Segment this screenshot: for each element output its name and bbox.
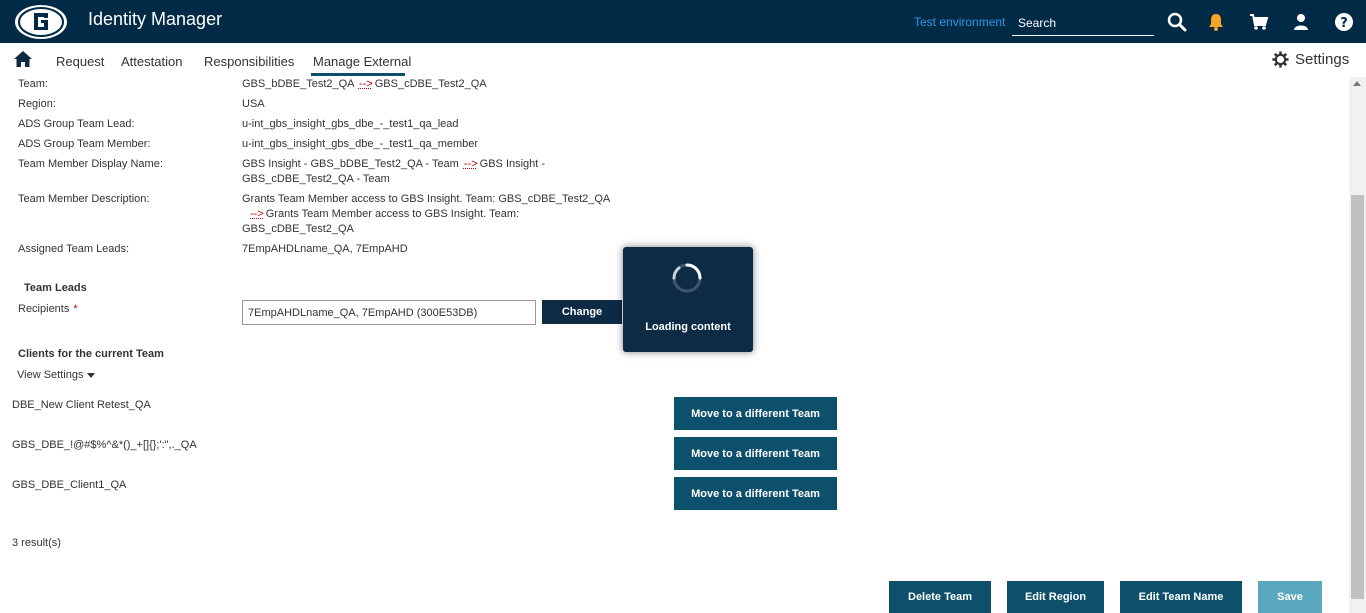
description-label: Team Member Description: (18, 193, 150, 205)
result-count: 3 result(s) (12, 537, 61, 549)
environment-label: Test environment (914, 15, 1006, 29)
display-name-label: Team Member Display Name: (18, 158, 163, 170)
ads-team-lead-label: ADS Group Team Lead: (18, 118, 135, 130)
change-arrow: --> (250, 208, 264, 220)
edit-team-name-button[interactable]: Edit Team Name (1120, 581, 1242, 613)
assigned-leads-label: Assigned Team Leads: (18, 243, 130, 255)
required-marker: * (73, 303, 78, 315)
company-logo[interactable] (14, 4, 68, 40)
app-title: Identity Manager (88, 9, 223, 29)
loading-overlay: Loading content (623, 247, 753, 352)
home-icon[interactable] (13, 50, 33, 68)
search-icon[interactable] (1167, 12, 1187, 32)
description-value: Grants Team Member access to GBS Insight… (242, 192, 612, 237)
move-team-button[interactable]: Move to a different Team (674, 397, 837, 430)
recipients-label-text: Recipients (18, 303, 70, 315)
top-bar: Identity Manager Test environment ? (0, 0, 1366, 43)
client-name: DBE_New Client Retest_QA (12, 399, 151, 411)
scroll-up-arrow-icon[interactable] (1353, 81, 1361, 86)
save-button[interactable]: Save (1258, 581, 1322, 613)
scroll-thumb[interactable] (1351, 195, 1364, 599)
description-new: Grants Team Member access to GBS Insight… (242, 208, 520, 235)
change-arrow: --> (358, 78, 373, 90)
delete-team-button[interactable]: Delete Team (889, 581, 991, 613)
display-name-old: GBS Insight - GBS_bDBE_Test2_QA - Team (242, 158, 459, 170)
description-old: Grants Team Member access to GBS Insight… (242, 193, 610, 205)
edit-region-button[interactable]: Edit Region (1007, 581, 1104, 613)
help-icon[interactable]: ? (1334, 12, 1354, 32)
client-name: GBS_DBE_Client1_QA (12, 479, 127, 491)
caret-down-icon (87, 372, 96, 378)
region-label: Region: (18, 98, 56, 110)
region-value: USA (242, 98, 265, 110)
nav-manage-external[interactable]: Manage External (313, 54, 411, 69)
user-icon[interactable] (1291, 12, 1311, 32)
team-new: GBS_cDBE_Test2_QA (374, 78, 487, 90)
spinner-icon (672, 263, 702, 293)
settings-button[interactable]: Settings (1272, 51, 1349, 68)
team-leads-heading: Team Leads (24, 282, 87, 294)
scrollbar[interactable] (1349, 77, 1366, 613)
recipients-field[interactable] (242, 300, 536, 325)
nav-responsibilities[interactable]: Responsibilities (204, 54, 294, 69)
assigned-leads-value: 7EmpAHDLname_QA, 7EmpAHD (242, 243, 408, 255)
nav-bar: Request Attestation Responsibilities Man… (0, 43, 1366, 77)
search-input[interactable] (1012, 10, 1154, 36)
recipients-label: Recipients * (18, 303, 78, 315)
view-settings-dropdown[interactable]: View Settings (17, 369, 96, 381)
team-old: GBS_bDBE_Test2_QA (242, 78, 354, 90)
active-tab-indicator (311, 73, 405, 76)
loading-text: Loading content (645, 321, 731, 333)
change-button[interactable]: Change (542, 300, 622, 324)
clients-heading: Clients for the current Team (18, 348, 164, 360)
svg-text:?: ? (1340, 16, 1348, 31)
ads-team-member-label: ADS Group Team Member: (18, 138, 151, 150)
move-team-button[interactable]: Move to a different Team (674, 437, 837, 470)
client-name: GBS_DBE_!@#$%^&*()_+[]{};':",._QA (12, 439, 197, 451)
team-value: GBS_bDBE_Test2_QA --> GBS_cDBE_Test2_QA (242, 77, 487, 92)
bell-icon[interactable] (1206, 12, 1226, 32)
nav-request[interactable]: Request (56, 54, 104, 69)
nav-attestation[interactable]: Attestation (121, 54, 182, 69)
ads-team-member-value: u-int_gbs_insight_gbs_dbe_-_test1_qa_mem… (242, 138, 479, 150)
change-arrow: --> (463, 158, 478, 170)
ads-team-lead-value: u-int_gbs_insight_gbs_dbe_-_test1_qa_lea… (242, 118, 459, 130)
team-label: Team: (18, 78, 48, 90)
settings-label: Settings (1295, 51, 1350, 68)
display-name-value: GBS Insight - GBS_bDBE_Test2_QA - Team -… (242, 157, 552, 187)
view-settings-label: View Settings (17, 369, 84, 381)
move-team-button[interactable]: Move to a different Team (674, 477, 837, 510)
gear-icon (1272, 51, 1289, 68)
cart-icon[interactable] (1249, 12, 1269, 32)
